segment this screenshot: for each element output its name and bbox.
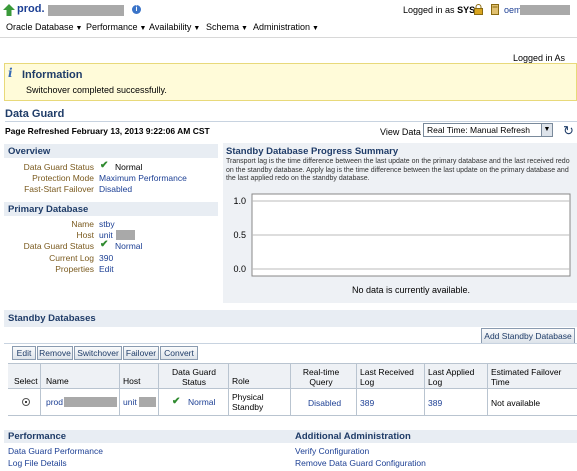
- progress-heading: Standby Database Progress Summary: [226, 146, 399, 157]
- field-label: Current Log: [49, 253, 94, 263]
- menu-oracle-database[interactable]: Oracle Database ▼: [6, 22, 82, 32]
- primary-name-link[interactable]: stby: [99, 219, 115, 229]
- progress-description: Transport lag is the time difference bet…: [226, 158, 570, 183]
- info-icon: i: [8, 66, 13, 80]
- menu-availability[interactable]: Availability ▼: [149, 22, 200, 32]
- column-header: Name: [46, 376, 69, 386]
- menu-bar: Oracle Database ▼ Performance ▼ Availabili…: [0, 18, 577, 35]
- chart-tick-label: 0.0: [233, 264, 246, 274]
- column-header: Last Received Log: [360, 367, 414, 387]
- field-label: Fast-Start Failover: [24, 184, 94, 194]
- column-header: Real-time Query: [302, 367, 340, 387]
- standby-role: Physical Standby: [232, 392, 264, 412]
- divider: [4, 343, 577, 344]
- select-radio[interactable]: [22, 398, 30, 406]
- overview-status: Normal: [115, 162, 143, 172]
- menu-schema[interactable]: Schema ▼: [206, 22, 248, 32]
- information-message: Switchover completed successfully.: [26, 85, 167, 95]
- add-standby-button[interactable]: Add Standby Database: [481, 328, 575, 344]
- redacted-block: [48, 5, 124, 16]
- page-title: Data Guard: [5, 108, 65, 120]
- field-label: Data Guard Status: [23, 241, 94, 251]
- properties-edit-link[interactable]: Edit: [99, 264, 114, 274]
- lock-icon: [474, 4, 483, 15]
- standby-heading: Standby Databases: [8, 313, 96, 324]
- overview-heading: Overview: [8, 146, 51, 157]
- radio-dot: [25, 401, 27, 403]
- target-name[interactable]: prod.: [17, 3, 45, 15]
- standby-host-link[interactable]: unit: [123, 397, 137, 407]
- chevron-down-icon: ▼: [75, 25, 83, 32]
- menu-performance[interactable]: Performance ▼: [86, 22, 146, 32]
- check-icon: ✔: [100, 239, 109, 250]
- field-label: Data Guard Status: [23, 162, 94, 172]
- protection-mode-link[interactable]: Maximum Performance: [99, 173, 187, 183]
- column-header: Role: [232, 376, 250, 386]
- log-file-details-link[interactable]: Log File Details: [8, 458, 67, 468]
- primary-status-link[interactable]: Normal: [115, 241, 142, 251]
- chevron-down-icon: ▼: [139, 25, 147, 32]
- standby-status-link[interactable]: Normal: [188, 397, 215, 407]
- menu-administration[interactable]: Administration ▼: [253, 22, 319, 32]
- redacted-block: [520, 5, 570, 15]
- field-label: Name: [71, 219, 94, 229]
- lag-chart: 1.0 0.5 0.0 No data is currently available…: [233, 193, 571, 295]
- switchover-button[interactable]: Switchover: [74, 346, 122, 360]
- information-box: [4, 63, 577, 101]
- divider: [5, 121, 577, 122]
- convert-button[interactable]: Convert: [160, 346, 198, 360]
- check-icon: ✔: [172, 396, 181, 407]
- column-header: Last Applied Log: [428, 367, 475, 387]
- oem-link[interactable]: oem: [504, 5, 522, 15]
- logged-in-user: SYS: [457, 5, 476, 15]
- section-band: [4, 430, 577, 443]
- database-up-icon: [3, 4, 15, 16]
- dg-performance-link[interactable]: Data Guard Performance: [8, 446, 103, 456]
- logged-in-text: Logged in as SYS: [403, 5, 476, 15]
- info-icon[interactable]: i: [132, 5, 141, 14]
- view-data-label: View Data: [380, 127, 421, 137]
- performance-heading: Performance: [8, 431, 67, 442]
- remove-button[interactable]: Remove: [37, 346, 73, 360]
- standby-name-link[interactable]: prod: [46, 397, 63, 407]
- chart-no-data: No data is currently available.: [352, 285, 470, 295]
- divider: [0, 37, 577, 38]
- redacted-block: [64, 397, 117, 407]
- column-header: Estimated Failover Time: [491, 367, 562, 387]
- database-icon: [491, 4, 499, 15]
- chevron-down-icon: ▼: [241, 25, 248, 32]
- column-header: Select: [14, 376, 38, 386]
- refresh-icon[interactable]: ↻: [563, 123, 574, 139]
- column-header: Host: [123, 376, 141, 386]
- primary-heading: Primary Database: [8, 204, 89, 215]
- chevron-down-icon[interactable]: ▼: [541, 124, 552, 136]
- view-data-select[interactable]: Real Time: Manual Refresh: [423, 123, 553, 137]
- additional-admin-heading: Additional Administration: [295, 431, 411, 442]
- realtime-query-link[interactable]: Disabled: [308, 398, 341, 408]
- information-title: Information: [22, 69, 83, 81]
- current-log-link[interactable]: 390: [99, 253, 113, 263]
- column-header: Data Guard Status: [172, 367, 216, 387]
- fsfo-link[interactable]: Disabled: [99, 184, 132, 194]
- failover-button[interactable]: Failover: [123, 346, 159, 360]
- chart-tick-label: 1.0: [233, 196, 246, 206]
- chart-tick-label: 0.5: [233, 230, 246, 240]
- last-received-link[interactable]: 389: [360, 398, 374, 408]
- verify-config-link[interactable]: Verify Configuration: [295, 446, 369, 456]
- remove-dg-config-link[interactable]: Remove Data Guard Configuration: [295, 458, 426, 468]
- redacted-block: [116, 230, 135, 240]
- redacted-block: [139, 397, 156, 407]
- page-refreshed: Page Refreshed February 13, 2013 9:22:06…: [5, 126, 210, 136]
- field-label: Properties: [55, 264, 94, 274]
- edit-button[interactable]: Edit: [12, 346, 36, 360]
- chevron-down-icon: ▼: [193, 25, 201, 32]
- check-icon: ✔: [100, 160, 109, 171]
- failover-time: Not available: [491, 398, 541, 408]
- last-applied-link[interactable]: 389: [428, 398, 442, 408]
- field-label: Host: [76, 230, 94, 240]
- chevron-down-icon: ▼: [312, 25, 319, 32]
- field-label: Protection Mode: [32, 173, 94, 183]
